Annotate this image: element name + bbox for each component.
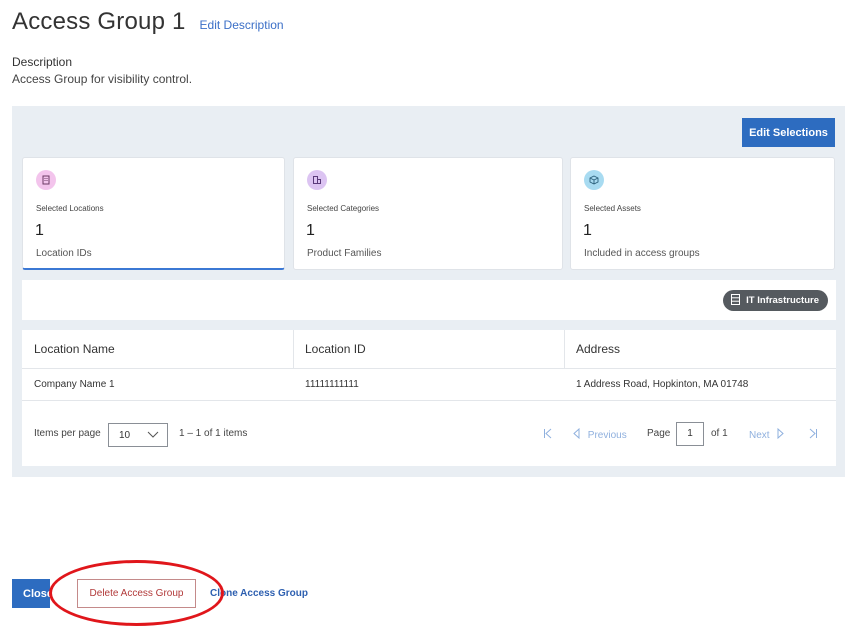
page-of-total: of 1 xyxy=(711,428,728,439)
clone-access-group-link[interactable]: Clone Access Group xyxy=(210,588,308,599)
delete-access-group-button[interactable]: Delete Access Group xyxy=(77,579,196,608)
card-selected-categories[interactable]: Selected Categories 1 Product Families xyxy=(293,157,563,270)
card-selected-assets[interactable]: Selected Assets 1 Included in access gro… xyxy=(570,157,835,270)
page-title: Access Group 1 xyxy=(12,8,186,35)
items-per-page-value: 10 xyxy=(119,429,131,441)
previous-icon xyxy=(572,427,584,441)
tag-bar: IT Infrastructure xyxy=(22,280,836,320)
card-sub: Included in access groups xyxy=(584,248,700,259)
column-header-location-id[interactable]: Location ID xyxy=(305,330,366,368)
description-text: Access Group for visibility control. xyxy=(12,72,193,86)
cell-address: 1 Address Road, Hopkinton, MA 01748 xyxy=(576,379,749,390)
items-per-page-label: Items per page xyxy=(34,428,101,439)
locations-table: Location Name Location ID Address Compan… xyxy=(22,330,836,466)
next-icon xyxy=(776,427,785,441)
column-divider xyxy=(293,330,294,369)
table-row[interactable]: Company Name 1 11111111111 1 Address Roa… xyxy=(22,369,836,401)
edit-description-link[interactable]: Edit Description xyxy=(200,18,284,32)
items-range: 1 – 1 of 1 items xyxy=(179,428,248,439)
card-selected-locations[interactable]: Selected Locations 1 Location IDs xyxy=(22,157,285,270)
card-label: Selected Categories xyxy=(307,204,380,213)
previous-label: Previous xyxy=(587,430,627,441)
it-infrastructure-tag[interactable]: IT Infrastructure xyxy=(723,290,828,311)
description-label: Description xyxy=(12,55,73,69)
category-icon xyxy=(307,170,327,190)
next-label: Next xyxy=(749,430,770,441)
server-icon xyxy=(731,293,741,308)
cell-location-id: 11111111111 xyxy=(305,379,359,390)
previous-page-button[interactable]: Previous xyxy=(572,427,627,441)
card-count: 1 xyxy=(583,222,592,239)
pagination: Items per page 10 1 – 1 of 1 items Previ… xyxy=(22,401,836,466)
cube-icon xyxy=(584,170,604,190)
last-page-icon[interactable] xyxy=(808,428,818,442)
card-sub: Product Families xyxy=(307,248,382,259)
page-input[interactable]: 1 xyxy=(676,422,704,446)
table-header: Location Name Location ID Address xyxy=(22,330,836,369)
first-page-icon[interactable] xyxy=(543,428,553,442)
close-button[interactable]: Close xyxy=(12,579,53,608)
card-label: Selected Locations xyxy=(36,204,104,213)
card-count: 1 xyxy=(306,222,315,239)
tag-label: IT Infrastructure xyxy=(746,295,819,306)
location-icon xyxy=(36,170,56,190)
card-count: 1 xyxy=(35,222,44,239)
card-sub: Location IDs xyxy=(36,248,92,259)
title-row: Access Group 1 Edit Description xyxy=(12,8,284,36)
page-label: Page xyxy=(647,428,671,439)
column-header-address[interactable]: Address xyxy=(576,330,620,368)
selection-panel: Edit Selections Selected Locations 1 Loc… xyxy=(12,106,845,477)
column-header-location-name[interactable]: Location Name xyxy=(34,330,115,368)
chevron-down-icon xyxy=(147,428,159,443)
card-label: Selected Assets xyxy=(584,204,641,213)
column-divider xyxy=(564,330,565,369)
edit-selections-button[interactable]: Edit Selections xyxy=(742,118,835,147)
items-per-page-select[interactable]: 10 xyxy=(108,423,168,447)
cell-location-name: Company Name 1 xyxy=(34,379,115,390)
next-page-button[interactable]: Next xyxy=(749,427,785,441)
